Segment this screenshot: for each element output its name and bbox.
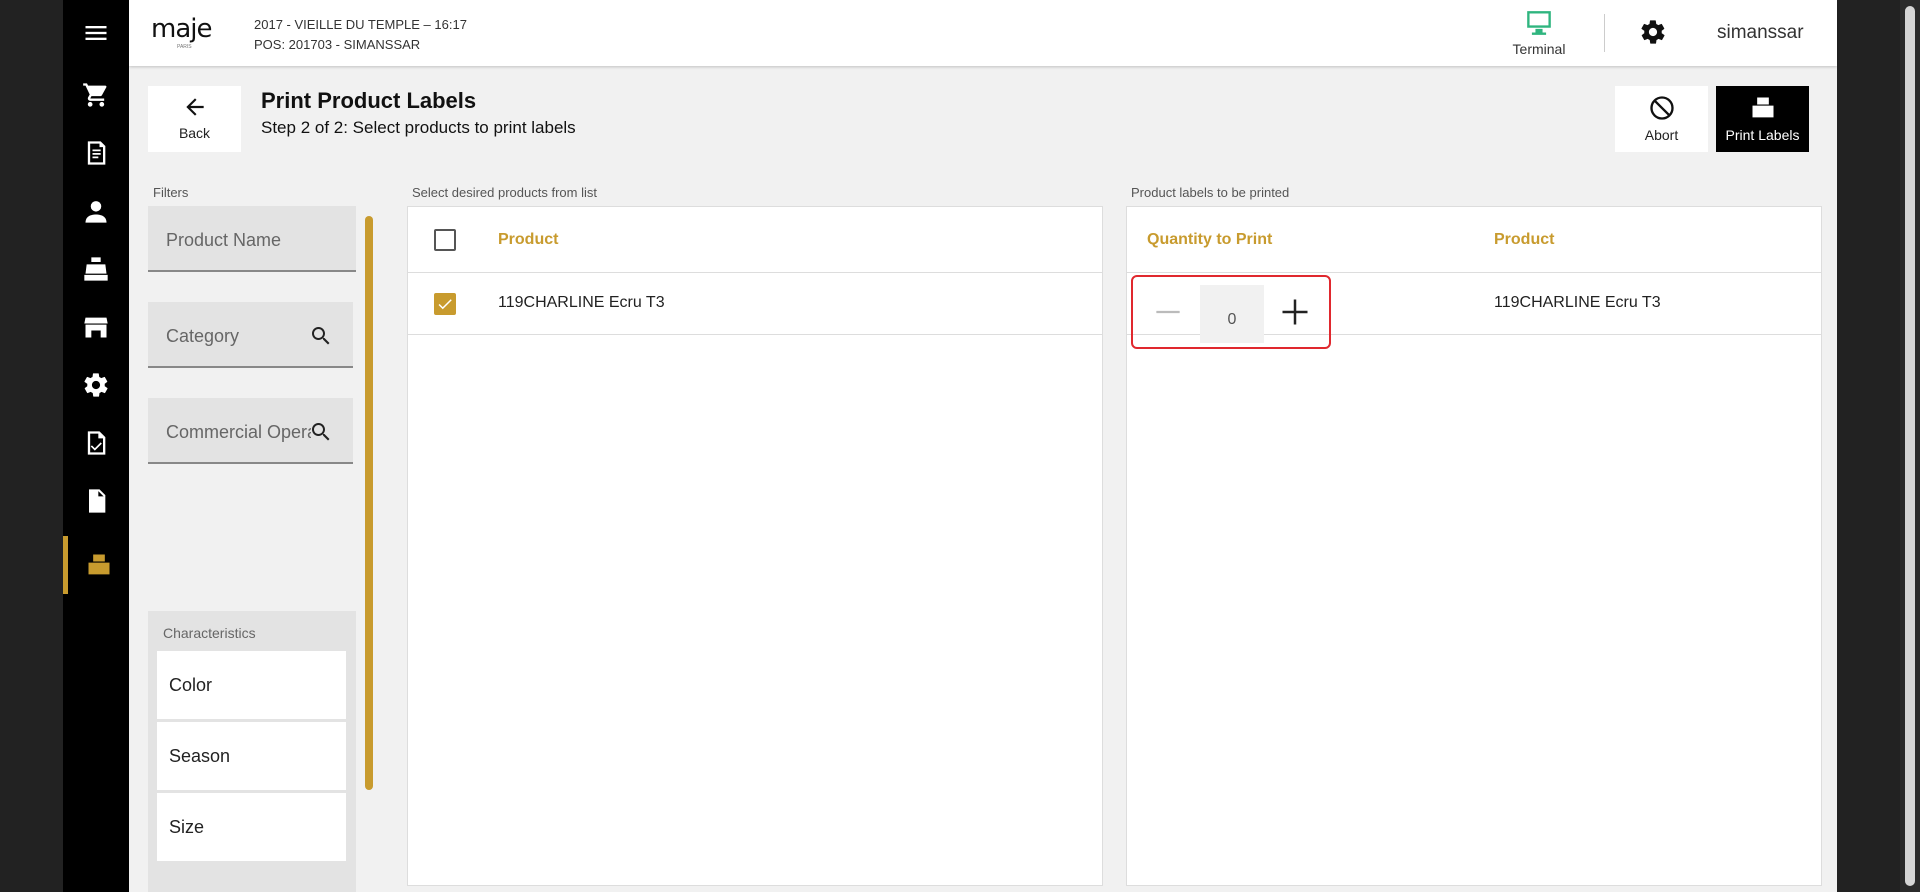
brand-logo-sub: PARIS: [177, 44, 192, 50]
characteristic-label: Color: [169, 675, 213, 695]
nav-item-receipts[interactable]: [63, 124, 129, 182]
window-scrollbar-thumb[interactable]: [1905, 6, 1915, 886]
nav-item-customers[interactable]: [63, 182, 129, 240]
commercial-operation-placeholder: Commercial Operation: [166, 422, 311, 442]
characteristic-label: Season: [169, 746, 231, 766]
document-icon: [89, 489, 106, 513]
labels-list-section-label: Product labels to be printed: [1131, 185, 1290, 200]
nav-item-settings[interactable]: [63, 356, 129, 414]
row-checkbox[interactable]: [434, 293, 456, 315]
search-icon[interactable]: [309, 324, 333, 348]
terminal-button[interactable]: Terminal: [1503, 10, 1575, 57]
brand-logo: maje: [151, 14, 212, 44]
category-placeholder: Category: [166, 326, 240, 346]
print-labels-label: Print Labels: [1725, 127, 1800, 143]
quantity-column-header: Quantity to Print: [1147, 231, 1273, 248]
table-row[interactable]: 119CHARLINE Ecru T3: [408, 273, 1102, 335]
search-icon[interactable]: [309, 420, 333, 444]
decrease-quantity-button[interactable]: [1143, 287, 1193, 337]
menu-icon: [85, 26, 107, 40]
store-line: 2017 - VIEILLE DU TEMPLE – 16:17: [254, 17, 467, 32]
label-printer-icon: [1752, 97, 1773, 118]
side-nav: [63, 0, 129, 892]
store-icon: [84, 317, 108, 338]
quantity-input[interactable]: 0: [1200, 285, 1264, 343]
back-label: Back: [178, 125, 211, 141]
abort-label: Abort: [1644, 127, 1679, 143]
product-name-field[interactable]: Product Name: [148, 206, 356, 272]
labels-list-header: Quantity to Print Product: [1127, 207, 1821, 273]
category-field[interactable]: Category: [148, 302, 353, 368]
product-cell: 119CHARLINE Ecru T3: [1494, 294, 1661, 311]
nav-item-cash-register[interactable]: [63, 240, 129, 298]
characteristics-title: Characteristics: [163, 625, 256, 641]
pos-line: POS: 201703 - SIMANSSAR: [254, 37, 421, 52]
product-cell: 119CHARLINE Ecru T3: [498, 294, 665, 311]
product-list-header: Product: [408, 207, 1102, 273]
receipt-icon: [87, 141, 106, 165]
top-bar: maje PARIS 2017 - VIEILLE DU TEMPLE – 16…: [129, 0, 1837, 66]
nav-item-print-labels[interactable]: [63, 536, 129, 594]
minus-icon: [1156, 310, 1180, 314]
monitor-icon: [1527, 11, 1551, 35]
report-icon: [87, 431, 106, 455]
abort-button[interactable]: Abort: [1615, 86, 1708, 152]
check-icon: [438, 299, 452, 310]
back-button[interactable]: Back: [148, 86, 241, 152]
print-labels-button[interactable]: Print Labels: [1716, 86, 1809, 152]
nav-item-reports[interactable]: [63, 414, 129, 472]
cash-register-icon: [84, 257, 108, 281]
characteristic-label: Size: [169, 817, 205, 837]
select-all-checkbox[interactable]: [434, 229, 456, 251]
outer-background-left: [0, 0, 63, 892]
quantity-stepper: 0: [1131, 275, 1331, 349]
characteristic-season[interactable]: Season: [157, 722, 346, 790]
plus-icon: [1282, 299, 1308, 325]
nav-item-store[interactable]: [63, 298, 129, 356]
product-name-placeholder: Product Name: [166, 230, 282, 250]
filters-section-label: Filters: [153, 185, 189, 200]
product-column-header: Product: [1494, 231, 1555, 248]
labels-list-panel: Quantity to Print Product 119CHARLINE Ec…: [1126, 206, 1822, 886]
person-icon: [85, 201, 107, 223]
gear-icon: [84, 373, 108, 397]
store-info: 2017 - VIEILLE DU TEMPLE – 16:17 POS: 20…: [254, 15, 467, 55]
characteristics-panel: Characteristics Color Season Size: [148, 611, 356, 892]
settings-button[interactable]: [1639, 18, 1669, 48]
app-main: maje PARIS 2017 - VIEILLE DU TEMPLE – 16…: [129, 0, 1837, 892]
page-subtitle: Step 2 of 2: Select products to print la…: [261, 118, 576, 137]
increase-quantity-button[interactable]: [1270, 287, 1320, 337]
characteristic-size[interactable]: Size: [157, 793, 346, 861]
top-divider: [1604, 14, 1605, 52]
gear-icon: [1641, 20, 1665, 44]
terminal-label: Terminal: [1512, 41, 1566, 57]
label-printer-icon: [88, 554, 109, 575]
product-list-section-label: Select desired products from list: [412, 185, 597, 200]
nav-menu-button[interactable]: [63, 4, 129, 62]
filters-scrollbar[interactable]: [365, 216, 373, 790]
page-title: Print Product Labels: [261, 88, 477, 113]
block-icon: [1649, 96, 1674, 120]
arrow-left-icon: [185, 98, 204, 116]
cart-icon: [83, 83, 107, 107]
commercial-operation-field[interactable]: Commercial Operation: [148, 398, 353, 464]
username[interactable]: simanssar: [1717, 22, 1804, 44]
product-list-panel: Product 119CHARLINE Ecru T3: [407, 206, 1103, 886]
nav-item-sales[interactable]: [63, 66, 129, 124]
nav-item-documents[interactable]: [63, 472, 129, 530]
product-column-header: Product: [498, 231, 559, 248]
characteristic-color[interactable]: Color: [157, 651, 346, 719]
